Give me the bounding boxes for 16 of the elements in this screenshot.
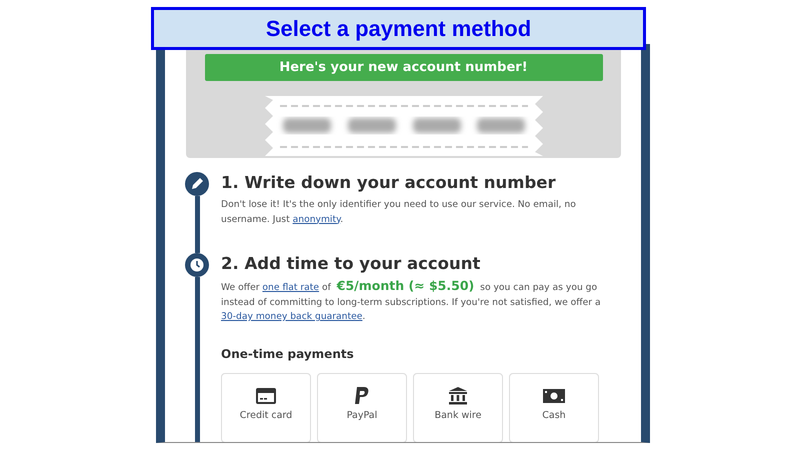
text-link[interactable]: anonymity [292,214,340,224]
text-link[interactable]: 30-day money back guarantee [221,311,362,322]
step-description: We offer one flat rate of €5/month (≈ $5.50) so you can pay as you go instead of committing to long-term subscriptions. If you're not satisfied, we offer a 30-day money back guarantee. [221,279,602,324]
payment-option[interactable]: Cash [509,372,599,442]
payment-option[interactable]: Credit card [221,372,311,442]
payment-option[interactable]: PayPal [317,372,407,442]
bank-icon [447,386,469,406]
step-description: Don't lose it! It's the only identifier you need to use our service. No email, no username. Just anonymity. [221,198,577,226]
step-title: 1. Write down your account number [221,172,557,194]
payment-option[interactable]: Bank wire [413,372,503,442]
section-heading: One-time payments [221,346,355,360]
account-heading: Here's your new account number! [204,54,602,81]
banner-title: Select a payment method [151,7,646,50]
step-title: 2. Add time to your account [221,253,482,275]
text-link[interactable]: one flat rate [262,282,320,293]
credit-card-icon [255,386,277,406]
